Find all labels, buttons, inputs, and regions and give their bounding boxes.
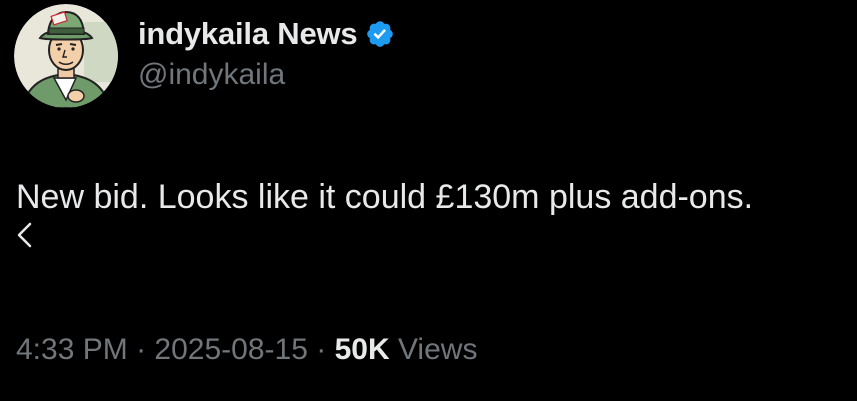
tweet-time[interactable]: 4:33 PM (16, 333, 128, 366)
chevron-left-icon[interactable] (12, 220, 38, 250)
tweet-text: New bid. Looks like it could £130m plus … (16, 178, 754, 216)
cartoon-newsboy-avatar-icon (14, 4, 118, 108)
tweet-date[interactable]: 2025-08-15 (154, 333, 307, 366)
views-label: Views (397, 333, 478, 366)
verified-badge-icon (365, 19, 395, 49)
meta-separator: · (136, 333, 147, 366)
name-row: indykaila News (138, 14, 395, 54)
views-count[interactable]: 50K (335, 333, 390, 366)
tweet-meta: 4:33 PM · 2025-08-15 · 50K Views (16, 333, 477, 367)
author-identity: indykaila News @indykaila (138, 14, 395, 92)
author-handle[interactable]: @indykaila (138, 58, 395, 92)
tweet-header: indykaila News @indykaila (14, 4, 395, 108)
display-name[interactable]: indykaila News (138, 16, 358, 52)
avatar[interactable] (14, 4, 118, 108)
meta-separator: · (316, 333, 327, 366)
